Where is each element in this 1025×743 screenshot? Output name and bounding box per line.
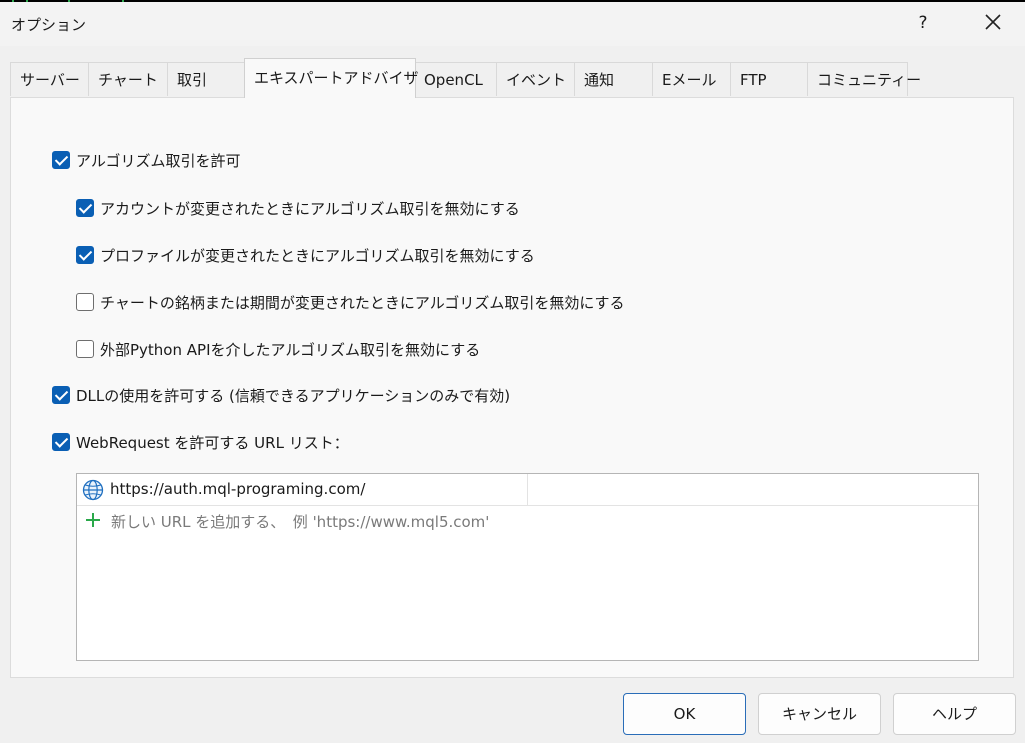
tab-server[interactable]: サーバー [10,62,89,96]
globe-icon [82,479,104,501]
option-label: アルゴリズム取引を許可 [76,151,241,170]
cancel-button[interactable]: キャンセル [758,693,881,735]
option-label: WebRequest を許可する URL リスト： [76,433,349,452]
title-bar: オプション ? [0,2,1025,46]
option-label: チャートの銘柄または期間が変更されたときにアルゴリズム取引を無効にする [100,293,625,312]
option-label: プロファイルが変更されたときにアルゴリズム取引を無効にする [100,246,535,265]
option-disable-python-api[interactable]: 外部Python APIを介したアルゴリズム取引を無効にする [76,338,480,360]
window-title: オプション [11,16,87,34]
add-url-row[interactable]: 新しい URL を追加する、 例 'https://www.mql5.com' [77,507,978,535]
url-text[interactable]: https://auth.mql-programing.com/ [110,480,365,498]
close-icon [985,14,1001,30]
plus-icon [86,513,100,527]
add-url-placeholder[interactable]: 新しい URL を追加する、 例 'https://www.mql5.com' [111,511,489,532]
checkbox-unchecked[interactable] [76,340,94,358]
checkbox-checked[interactable] [76,199,94,217]
option-disable-on-account-change[interactable]: アカウントが変更されたときにアルゴリズム取引を無効にする [76,197,520,219]
checkbox-checked[interactable] [52,151,70,169]
checkbox-unchecked[interactable] [76,293,94,311]
checkbox-checked[interactable] [52,433,70,451]
ok-button[interactable]: OK [623,693,746,735]
checkbox-checked[interactable] [52,386,70,404]
option-label: DLLの使用を許可する (信頼できるアプリケーションのみで有効) [76,386,511,405]
option-disable-on-profile-change[interactable]: プロファイルが変更されたときにアルゴリズム取引を無効にする [76,244,535,266]
url-list[interactable]: https://auth.mql-programing.com/ 新しい URL… [76,473,979,661]
option-label: 外部Python APIを介したアルゴリズム取引を無効にする [100,340,481,359]
help-question-button[interactable]: ? [908,8,938,38]
tab-opencl[interactable]: OpenCL [415,62,497,96]
tab-ftp[interactable]: FTP [730,62,808,96]
close-button[interactable] [978,8,1008,38]
tab-events[interactable]: イベント [496,62,575,96]
option-disable-on-symbol-change[interactable]: チャートの銘柄または期間が変更されたときにアルゴリズム取引を無効にする [76,291,625,313]
option-label: アカウントが変更されたときにアルゴリズム取引を無効にする [100,199,520,218]
help-button[interactable]: ヘルプ [893,693,1016,735]
tab-chart[interactable]: チャート [88,62,168,96]
tab-trade[interactable]: 取引 [167,62,245,96]
tab-email[interactable]: Eメール [652,62,731,96]
option-algo-trading[interactable]: アルゴリズム取引を許可 [52,149,241,171]
url-list-item[interactable]: https://auth.mql-programing.com/ [77,474,978,506]
option-allow-webrequest[interactable]: WebRequest を許可する URL リスト： [52,431,349,453]
checkbox-checked[interactable] [76,246,94,264]
tab-expert-advisors[interactable]: エキスパートアドバイザ [244,58,419,98]
tab-notifications[interactable]: 通知 [574,62,653,96]
column-divider [527,474,528,505]
option-allow-dll[interactable]: DLLの使用を許可する (信頼できるアプリケーションのみで有効) [52,384,510,406]
tab-community[interactable]: コミュニティー [807,62,921,96]
